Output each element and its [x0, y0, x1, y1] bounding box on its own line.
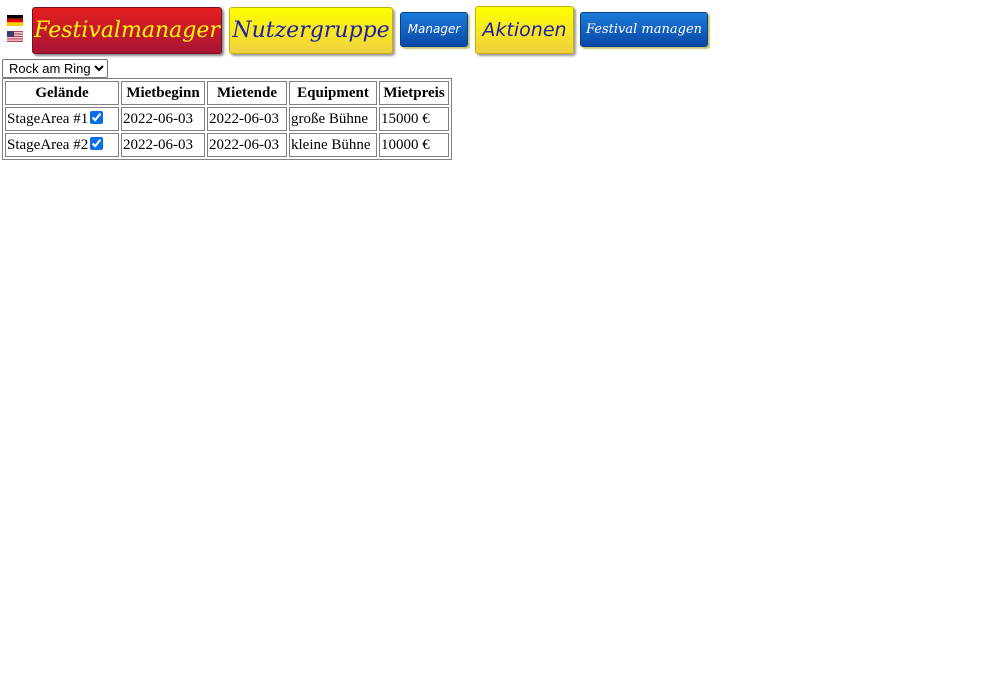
aktionen-button[interactable]: Aktionen — [475, 6, 574, 54]
cell-price: 10000 € — [379, 133, 449, 157]
header-equipment: Equipment — [289, 81, 377, 105]
festival-managen-button[interactable]: Festival managen — [580, 12, 708, 47]
rental-table: Gelände Mietbeginn Mietende Equipment Mi… — [2, 78, 452, 160]
area-name: StageArea #1 — [7, 110, 89, 127]
germany-flag-icon[interactable] — [7, 15, 23, 26]
cell-equipment: kleine Bühne — [289, 133, 377, 157]
header-gelaende: Gelände — [5, 81, 119, 105]
cell-price: 15000 € — [379, 107, 449, 131]
usa-flag-icon[interactable] — [7, 31, 23, 42]
cell-equipment: große Bühne — [289, 107, 377, 131]
cell-end: 2022-06-03 — [207, 133, 287, 157]
header-mietbeginn: Mietbeginn — [121, 81, 205, 105]
table-header-row: Gelände Mietbeginn Mietende Equipment Mi… — [5, 81, 449, 105]
language-switcher — [7, 15, 25, 47]
area-name: StageArea #2 — [7, 136, 89, 153]
table-row: StageArea #1 2022-06-03 2022-06-03 große… — [5, 107, 449, 131]
cell-begin: 2022-06-03 — [121, 133, 205, 157]
area-checkbox[interactable] — [90, 136, 104, 150]
top-navigation: Festivalmanager Nutzergruppe Manager Akt… — [0, 0, 1002, 58]
festivalmanager-button[interactable]: Festivalmanager — [32, 7, 222, 54]
cell-end: 2022-06-03 — [207, 107, 287, 131]
nutzergruppe-button[interactable]: Nutzergruppe — [229, 7, 393, 54]
manager-button[interactable]: Manager — [400, 12, 468, 47]
cell-begin: 2022-06-03 — [121, 107, 205, 131]
festival-select[interactable]: Rock am Ring — [2, 59, 108, 78]
cell-area: StageArea #2 — [5, 133, 119, 157]
header-mietende: Mietende — [207, 81, 287, 105]
header-mietpreis: Mietpreis — [379, 81, 449, 105]
table-row: StageArea #2 2022-06-03 2022-06-03 klein… — [5, 133, 449, 157]
area-checkbox[interactable] — [90, 110, 104, 124]
cell-area: StageArea #1 — [5, 107, 119, 131]
